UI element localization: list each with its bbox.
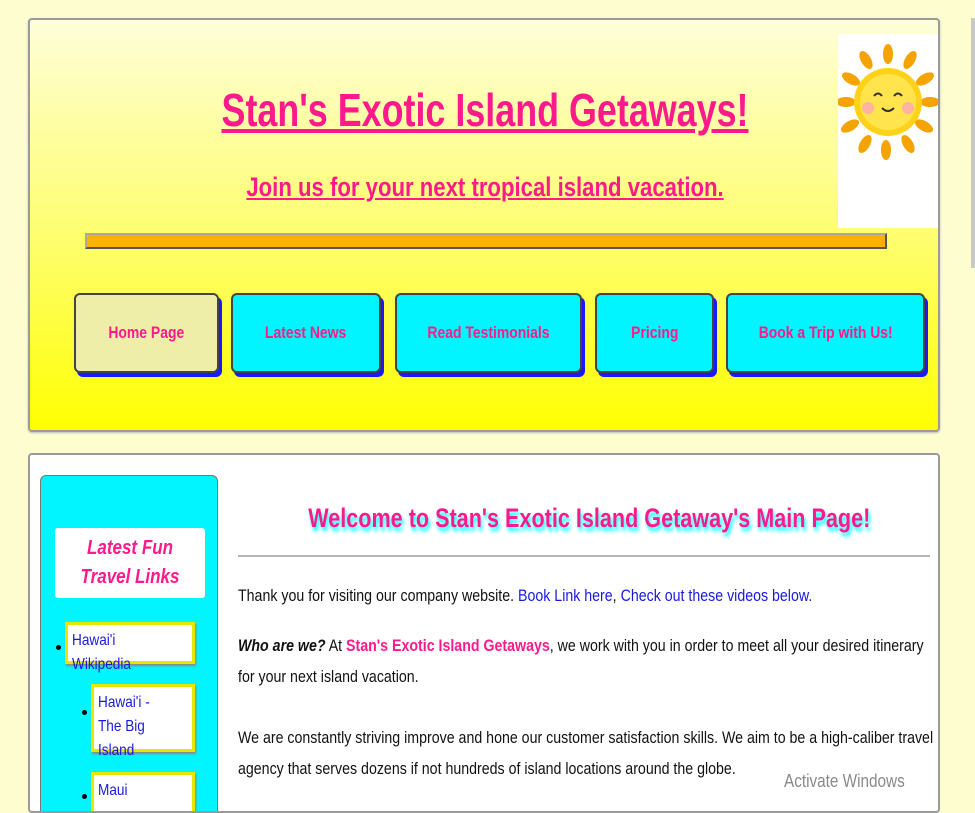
sidebar-link-hawaii-wikipedia[interactable]: Hawai'i Wikipedia [65, 622, 195, 673]
nav-home-page-button[interactable]: Home Page [74, 293, 219, 373]
activate-windows-watermark: Activate Windows [784, 771, 905, 791]
book-link[interactable]: Book Link here [518, 587, 613, 605]
nav-book-trip-button[interactable]: Book a Trip with Us! [726, 293, 925, 373]
main-content-panel: Latest Fun Travel Links Hawai'i Wikipedi… [28, 453, 940, 813]
list-bullet [82, 794, 87, 799]
sidebar-title: Latest Fun Travel Links [55, 528, 205, 598]
sun-logo-icon [836, 34, 940, 228]
content-divider [238, 555, 930, 557]
site-tagline: Join us for your next tropical island va… [246, 172, 724, 202]
list-bullet [82, 710, 87, 715]
intro-paragraph: Thank you for visiting our company websi… [238, 587, 813, 605]
who-are-we-paragraph: Who are we? At Stan's Exotic Island Geta… [238, 637, 924, 686]
list-bullet [56, 645, 61, 650]
nav-read-testimonials-button[interactable]: Read Testimonials [395, 293, 582, 373]
site-header: Stan's Exotic Island Getaways! Join us f… [28, 18, 940, 432]
nav-pricing-button[interactable]: Pricing [595, 293, 714, 373]
videos-link[interactable]: Check out these videos below. [621, 587, 813, 605]
site-title: Stan's Exotic Island Getaways! [221, 84, 749, 136]
sidebar-links-panel: Latest Fun Travel Links Hawai'i Wikipedi… [40, 475, 218, 811]
welcome-heading: Welcome to Stan's Exotic Island Getaway'… [308, 503, 871, 533]
sidebar-link-big-island[interactable]: Hawai'i - The Big Island [91, 684, 195, 759]
sidebar-link-maui[interactable]: Maui [91, 772, 195, 811]
nav-latest-news-button[interactable]: Latest News [231, 293, 381, 373]
page-scrollbar[interactable] [971, 18, 975, 268]
header-divider-bar [85, 233, 887, 249]
